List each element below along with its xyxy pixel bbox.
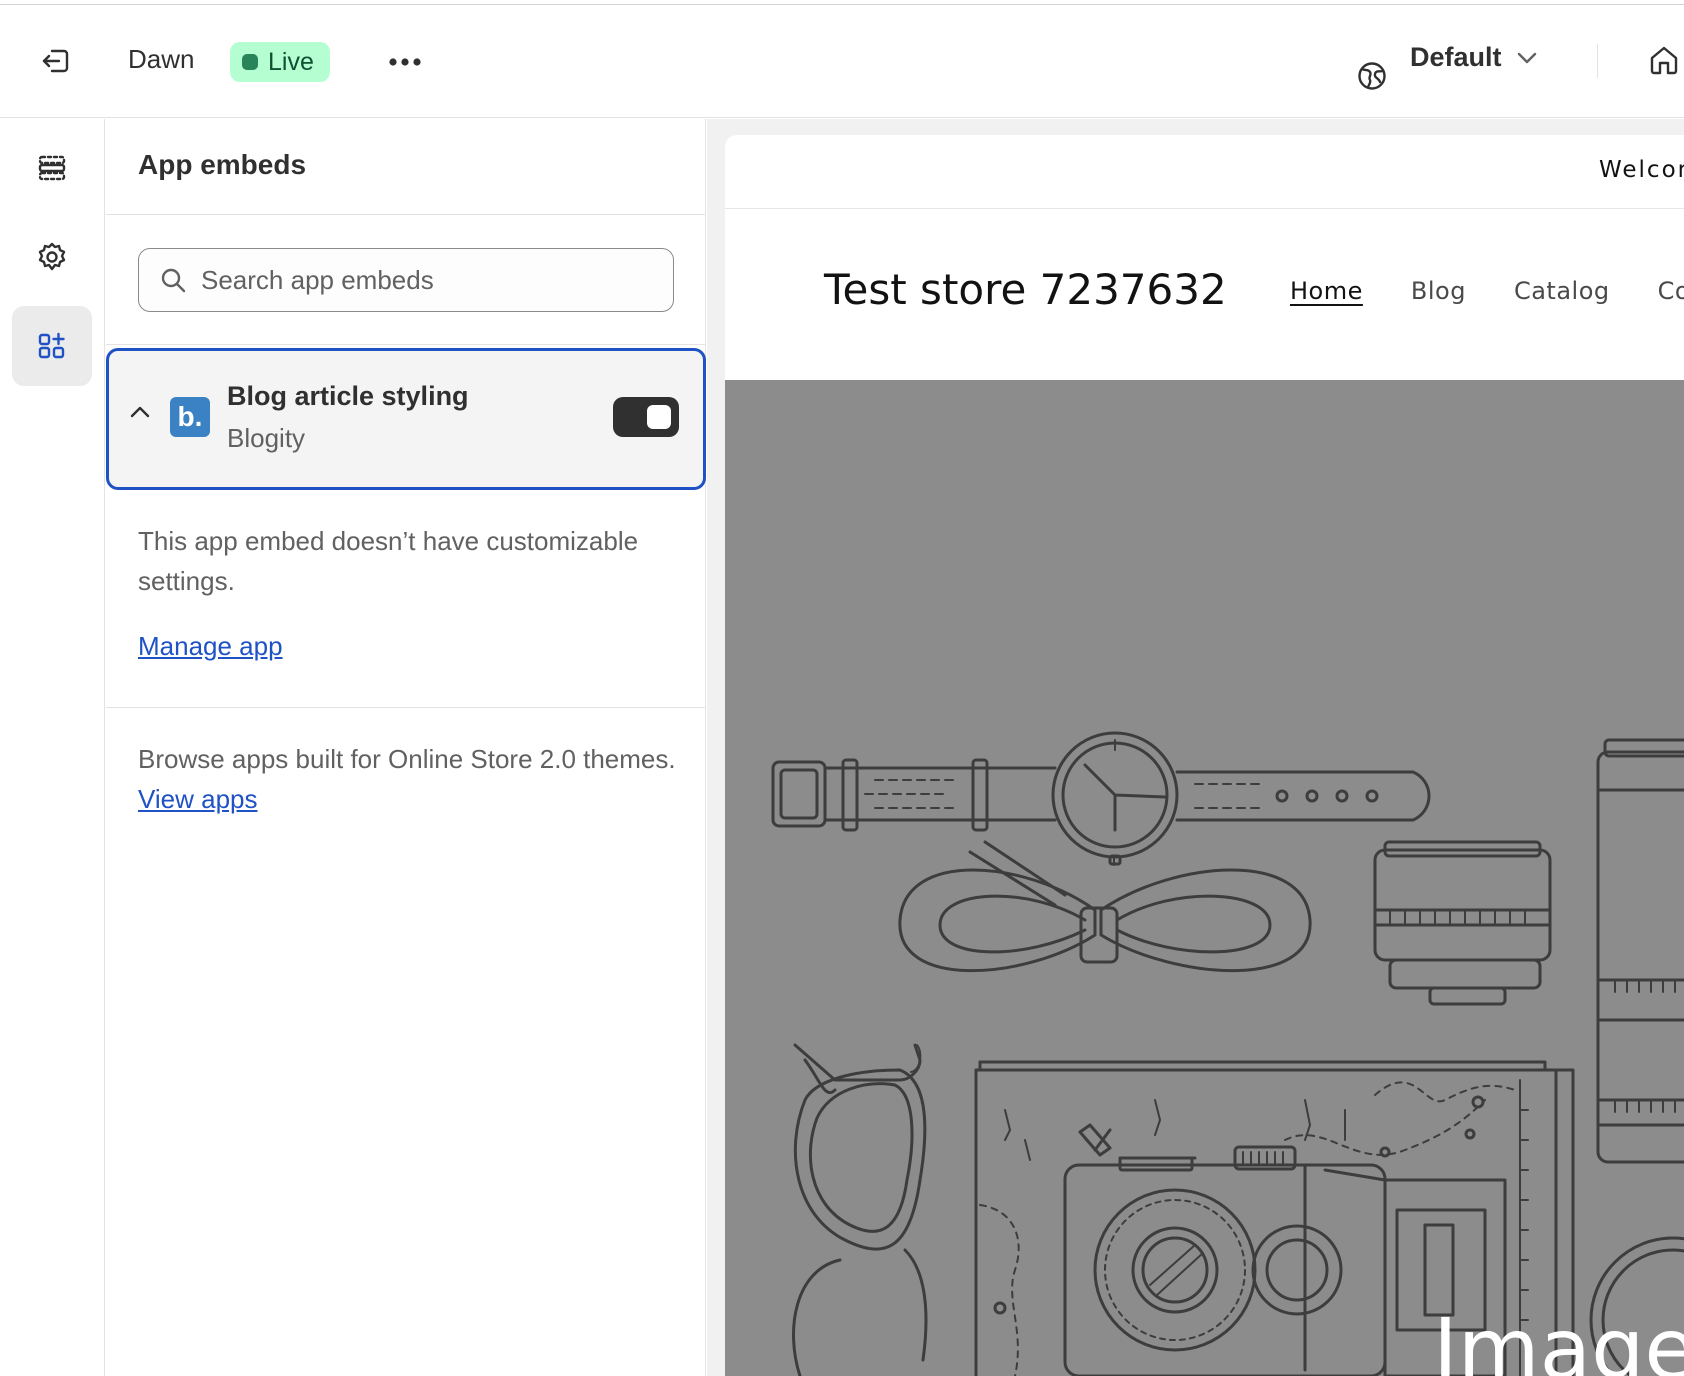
nav-contact[interactable]: Co: [1658, 277, 1684, 305]
app-embeds-icon: [38, 332, 65, 359]
sections-icon: [38, 155, 66, 181]
live-status-badge: Live: [230, 42, 330, 82]
hero-heading: Image: [1433, 1300, 1684, 1376]
search-icon: [161, 268, 186, 293]
nav-home[interactable]: Home: [1290, 277, 1363, 305]
exit-button[interactable]: [30, 38, 82, 84]
theme-name: Dawn: [128, 44, 195, 74]
app-embed-item[interactable]: b. Blog article styling Blogity: [106, 348, 706, 490]
live-dot-icon: [242, 54, 258, 70]
left-rail: [0, 119, 105, 1376]
embed-enable-toggle[interactable]: [613, 397, 679, 437]
panel-divider: [106, 214, 706, 215]
top-bar: Dawn Live Default: [0, 0, 1684, 118]
exit-icon: [42, 49, 69, 73]
gear-icon: [38, 242, 66, 271]
app-embeds-panel: App embeds b. Blog article styling Blogi…: [106, 119, 706, 1376]
blogity-logo: b.: [170, 397, 210, 437]
hero-illustration: [771, 731, 1684, 1376]
panel-divider: [106, 344, 706, 345]
toggle-knob: [647, 405, 671, 429]
browse-apps-label: Browse apps built for Online Store 2.0 t…: [138, 744, 676, 774]
app-embeds-button[interactable]: [12, 306, 92, 386]
more-horizontal-icon: [389, 58, 421, 66]
top-divider: [0, 4, 1684, 5]
manage-app-link[interactable]: Manage app: [138, 631, 283, 662]
store-preview: Welcom Test store 7237632 Home Blog Cata…: [725, 135, 1684, 1376]
theme-settings-button[interactable]: [12, 217, 92, 297]
nav-catalog[interactable]: Catalog: [1514, 277, 1610, 305]
live-badge-label: Live: [268, 47, 314, 76]
hero-image-banner: Image: [725, 380, 1684, 1376]
view-apps-link[interactable]: View apps: [138, 784, 258, 814]
embed-vendor: Blogity: [227, 423, 306, 453]
view-selector[interactable]: Default: [1410, 42, 1538, 73]
more-actions-button[interactable]: [380, 40, 430, 84]
announcement-text: Welcom: [1599, 157, 1684, 183]
browse-apps-text: Browse apps built for Online Store 2.0 t…: [138, 739, 688, 819]
panel-divider: [106, 707, 706, 708]
store-nav: Home Blog Catalog Co: [1290, 277, 1684, 305]
view-selector-label: Default: [1410, 42, 1502, 72]
embed-settings-note: This app embed doesn’t have customizable…: [138, 526, 639, 596]
embed-name: Blog article styling: [227, 381, 469, 411]
topbar-divider: [1597, 44, 1598, 78]
nav-blog[interactable]: Blog: [1411, 277, 1466, 305]
home-icon[interactable]: [1648, 44, 1680, 76]
chevron-down-icon: [1517, 52, 1536, 63]
store-name[interactable]: Test store 7237632: [824, 265, 1227, 314]
sections-button[interactable]: [12, 128, 92, 208]
search-input[interactable]: [201, 264, 641, 296]
search-field[interactable]: [138, 248, 674, 312]
announcement-bar: Welcom: [725, 135, 1684, 209]
chevron-up-icon[interactable]: [129, 405, 151, 419]
panel-title: App embeds: [138, 149, 307, 180]
globe-icon: [1358, 62, 1386, 90]
